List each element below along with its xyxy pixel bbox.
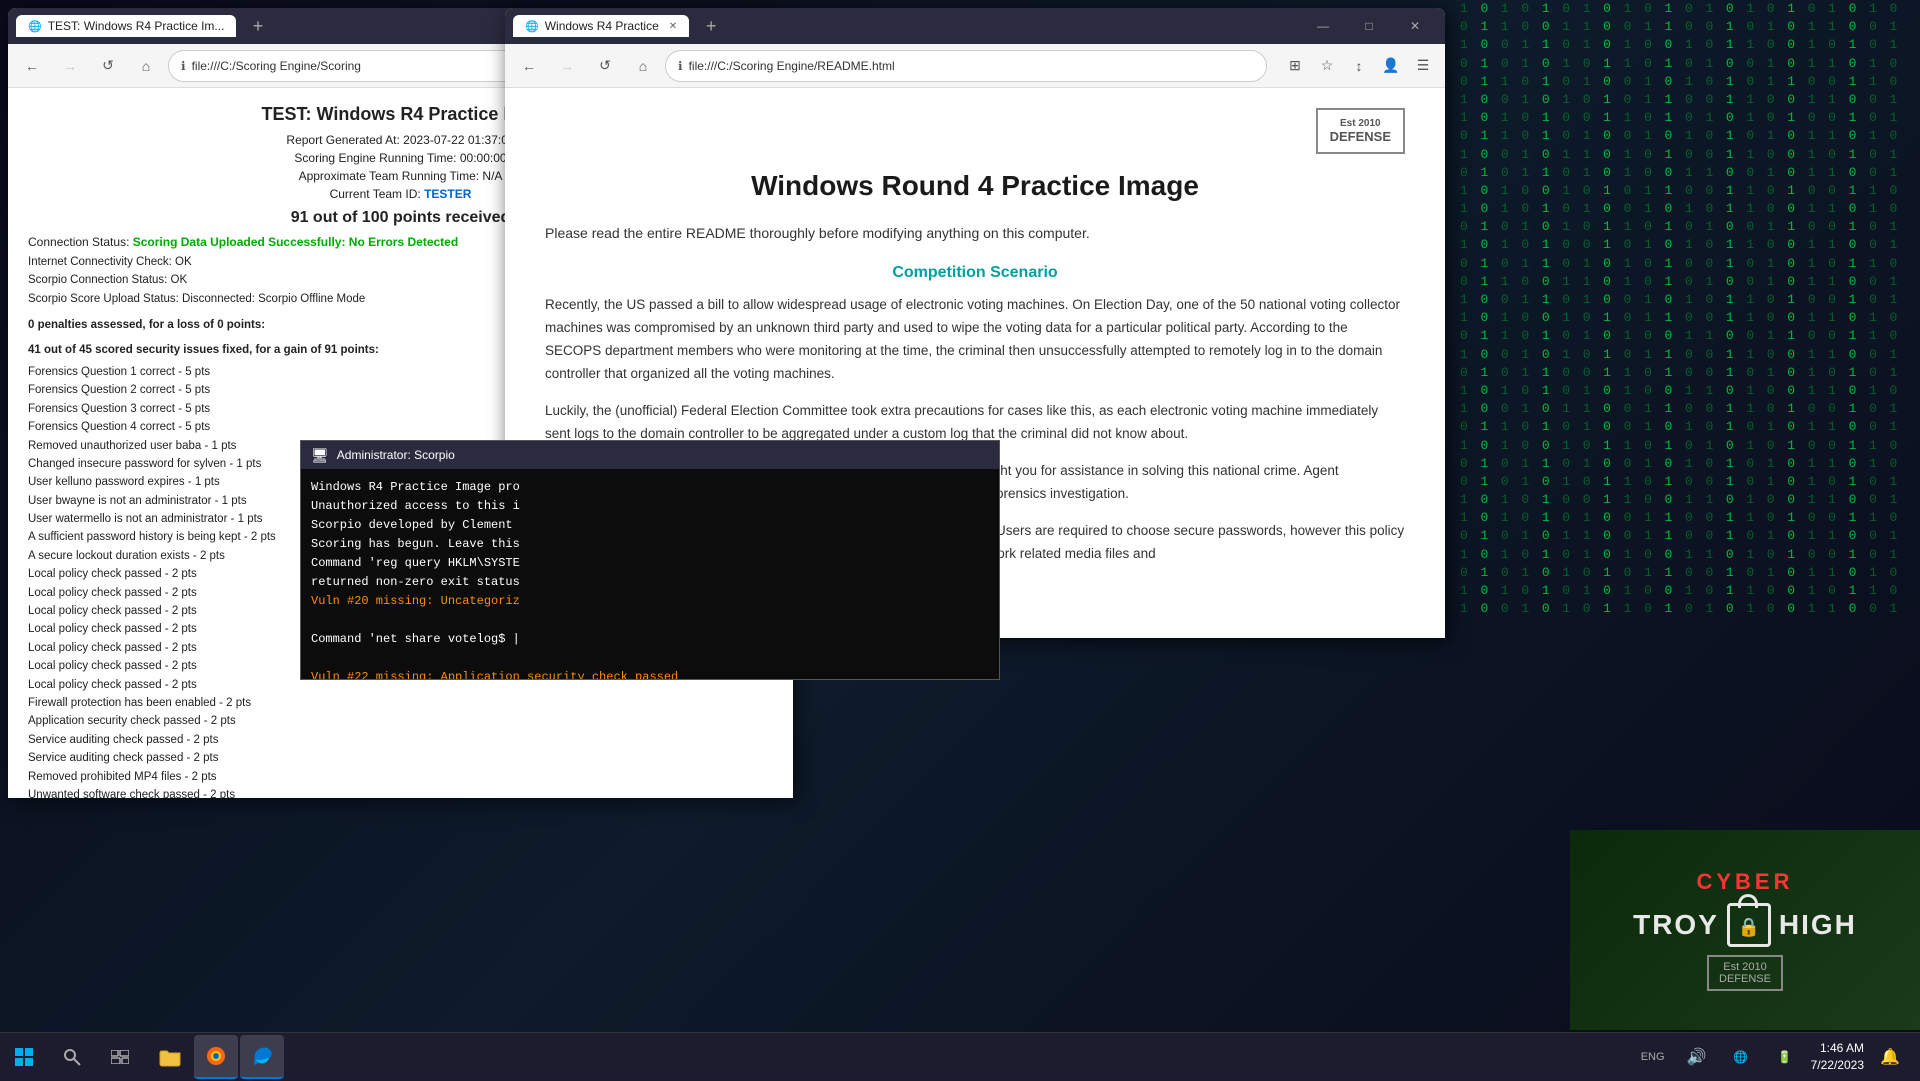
taskbar-date-value: 7/22/2023	[1811, 1057, 1864, 1074]
term-line-6: returned non-zero exit status	[311, 573, 989, 591]
taskbar-time-value: 1:46 AM	[1811, 1040, 1864, 1057]
connection-status-value: Scoring Data Uploaded Successfully: No E…	[133, 235, 458, 249]
browser2-profile-icon[interactable]: 👤	[1377, 52, 1405, 80]
start-button[interactable]	[0, 1033, 48, 1081]
term-line-2: Unauthorized access to this i	[311, 497, 989, 515]
terminal-titlebar: 🖥 Administrator: Scorpio	[301, 441, 999, 469]
terminal-title: Administrator: Scorpio	[337, 448, 455, 462]
term-line-4: Scoring has begun. Leave this	[311, 535, 989, 553]
browser1-home[interactable]: ⌂	[130, 50, 162, 82]
browser1-back[interactable]: ←	[16, 50, 48, 82]
browser2-minimize[interactable]: —	[1301, 11, 1345, 41]
taskbar: ENG 🔊 🌐 🔋 1:46 AM 7/22/2023 🔔	[0, 1032, 1920, 1080]
browser2-close[interactable]: ✕	[1393, 11, 1437, 41]
term-line-1: Windows R4 Practice Image pro	[311, 478, 989, 496]
taskbar-app-explorer[interactable]	[148, 1035, 192, 1079]
troy-text: TROY	[1633, 909, 1719, 941]
taskbar-language-icon[interactable]: ENG	[1635, 1039, 1671, 1075]
high-text: HIGH	[1779, 909, 1857, 941]
desktop: 1 0 1 0 0 1 1 0 1 0 1 1 0 1 0 0 1 1 0 1 …	[0, 0, 1920, 1080]
browser2-controls: ← → ↺ ⌂ ℹ file:///C:/Scoring Engine/READ…	[505, 44, 1445, 88]
defense-text: DEFENSE	[1330, 129, 1391, 144]
term-line-11: Vuln #22 missing: Application security c…	[311, 668, 989, 679]
taskbar-app-edge[interactable]	[240, 1035, 284, 1079]
readme-intro: Please read the entire README thoroughly…	[545, 222, 1405, 244]
browser2-toolbar: ⊞ ☆ ↕ 👤 ☰	[1281, 52, 1437, 80]
browser2-security-icon: ℹ	[678, 59, 683, 73]
taskbar-notification-bell[interactable]: 🔔	[1872, 1039, 1908, 1075]
matrix-background: 1 0 1 0 0 1 1 0 1 0 1 1 0 1 0 0 1 1 0 1 …	[1460, 0, 1920, 620]
readme-para-1: Recently, the US passed a bill to allow …	[545, 294, 1405, 386]
browser1-tab-close[interactable]: ✕	[234, 21, 236, 32]
search-button[interactable]	[48, 1033, 96, 1081]
term-line-9: Command 'net share votelog$ |	[311, 630, 989, 648]
taskbar-clock[interactable]: 1:46 AM 7/22/2023	[1811, 1040, 1864, 1074]
browser2-tab-close[interactable]: ✕	[669, 21, 677, 32]
taskbar-app-firefox[interactable]	[194, 1035, 238, 1079]
cyber-logo-inner: CYBER TROY 🔒 HIGH Est 2010 DEFENSE	[1570, 830, 1920, 1030]
browser2-maximize[interactable]: □	[1347, 11, 1391, 41]
defense-logo-area: Est 2010 DEFENSE	[545, 108, 1405, 154]
cyber-defense-logo: Est 2010 DEFENSE	[1707, 955, 1783, 991]
cyber-defense-year: Est 2010	[1719, 961, 1771, 973]
taskbar-right: ENG 🔊 🌐 🔋 1:46 AM 7/22/2023 🔔	[1635, 1039, 1920, 1075]
browser1-new-tab[interactable]: +	[244, 12, 272, 40]
scoring-item-22: Service auditing check passed - 2 pts	[28, 749, 773, 767]
defense-year: Est 2010	[1330, 118, 1391, 129]
scoring-item-21: Service auditing check passed - 2 pts	[28, 731, 773, 749]
lock-icon: 🔒	[1727, 903, 1771, 947]
cyber-defense-text: DEFENSE	[1719, 973, 1771, 985]
taskbar-network-icon[interactable]: 🌐	[1723, 1039, 1759, 1075]
cyber-logo: CYBER TROY 🔒 HIGH Est 2010 DEFENSE	[1570, 830, 1920, 1030]
readme-section-title: Competition Scenario	[545, 264, 1405, 282]
terminal-window: 🖥 Administrator: Scorpio Windows R4 Prac…	[300, 440, 1000, 680]
term-line-7: Vuln #20 missing: Uncategoriz	[311, 592, 989, 610]
browser2-forward[interactable]: →	[551, 50, 583, 82]
browser1-tab-label: TEST: Windows R4 Practice Im...	[48, 19, 225, 33]
browser2-titlebar: 🌐 Windows R4 Practice ✕ + — □ ✕	[505, 8, 1445, 44]
taskbar-system-icons: ENG 🔊 🌐 🔋	[1635, 1039, 1803, 1075]
browser1-refresh[interactable]: ↺	[92, 50, 124, 82]
browser2-tab[interactable]: 🌐 Windows R4 Practice ✕	[513, 15, 689, 37]
browser2-tab-label: Windows R4 Practice	[545, 19, 659, 33]
browser2-menu-icon[interactable]: ☰	[1409, 52, 1437, 80]
browser2-window-controls: — □ ✕	[1301, 11, 1437, 41]
readme-title: Windows Round 4 Practice Image	[545, 170, 1405, 202]
terminal-icon: 🖥	[311, 447, 329, 464]
cyber-text: CYBER	[1696, 869, 1793, 895]
browser2-refresh[interactable]: ↺	[589, 50, 621, 82]
terminal-body: Windows R4 Practice Image pro Unauthoriz…	[301, 469, 999, 679]
scoring-item-23: Removed prohibited MP4 files - 2 pts	[28, 768, 773, 786]
term-line-8	[311, 611, 989, 629]
browser2-sync-icon[interactable]: ↕	[1345, 52, 1373, 80]
browser2-address-bar[interactable]: ℹ file:///C:/Scoring Engine/README.html	[665, 50, 1267, 82]
team-id-value: TESTER	[424, 187, 471, 201]
defense-logo: Est 2010 DEFENSE	[1316, 108, 1405, 154]
browser2-url: file:///C:/Scoring Engine/README.html	[689, 59, 895, 73]
troy-high-area: TROY 🔒 HIGH	[1633, 903, 1857, 947]
browser1-url: file:///C:/Scoring Engine/Scoring	[192, 59, 361, 73]
scoring-item-20: Application security check passed - 2 pt…	[28, 712, 773, 730]
taskbar-apps	[148, 1035, 284, 1079]
browser2-back[interactable]: ←	[513, 50, 545, 82]
scoring-item-24: Unwanted software check passed - 2 pts	[28, 786, 773, 798]
browser1-tab[interactable]: 🌐 TEST: Windows R4 Practice Im... ✕	[16, 15, 236, 37]
browser2-bookmark-icon[interactable]: ☆	[1313, 52, 1341, 80]
taskbar-battery-icon[interactable]: 🔋	[1767, 1039, 1803, 1075]
task-view-button[interactable]	[96, 1033, 144, 1081]
browser1-security-icon: ℹ	[181, 59, 186, 73]
browser1-address-bar[interactable]: ℹ file:///C:/Scoring Engine/Scoring	[168, 50, 543, 82]
browser2-extensions-icon[interactable]: ⊞	[1281, 52, 1309, 80]
term-line-10	[311, 649, 989, 667]
lock-shackle	[1738, 894, 1758, 908]
browser2-home[interactable]: ⌂	[627, 50, 659, 82]
scoring-item-19: Firewall protection has been enabled - 2…	[28, 694, 773, 712]
term-line-5: Command 'reg query HKLM\SYSTE	[311, 554, 989, 572]
browser2-new-tab[interactable]: +	[697, 12, 725, 40]
term-line-3: Scorpio developed by Clement	[311, 516, 989, 534]
taskbar-volume-icon[interactable]: 🔊	[1679, 1039, 1715, 1075]
browser1-forward[interactable]: →	[54, 50, 86, 82]
